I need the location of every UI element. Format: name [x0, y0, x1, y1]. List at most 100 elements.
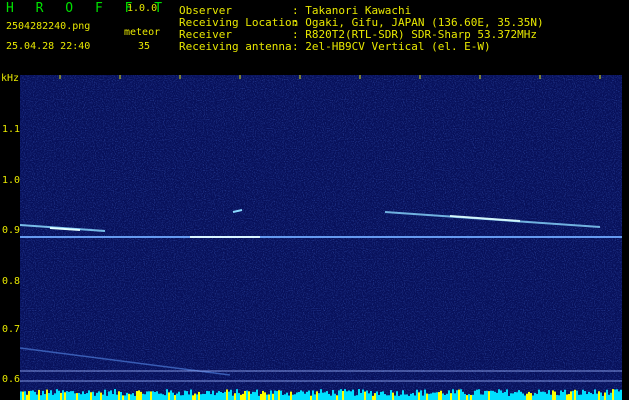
- level-bar: [174, 395, 176, 400]
- level-bar: [70, 391, 72, 400]
- level-bar: [404, 394, 406, 400]
- level-bar: [212, 390, 214, 400]
- level-bar: [144, 394, 146, 400]
- level-bar: [402, 390, 404, 400]
- level-bar: [122, 395, 124, 400]
- level-bar: [88, 390, 90, 400]
- level-bar: [336, 395, 338, 400]
- level-bar: [574, 389, 576, 400]
- header-panel: H R O F F T 1.0.0 2504282240.png 25.04.2…: [0, 0, 629, 75]
- level-bar: [160, 393, 162, 400]
- level-bar: [242, 393, 244, 400]
- level-bar: [604, 392, 606, 400]
- level-bar: [146, 391, 148, 400]
- y-tick-label: 1.0: [2, 175, 21, 186]
- level-bar: [544, 392, 546, 400]
- file-datetime: 25.04.28 22:40: [6, 41, 91, 52]
- y-axis-unit: kHz: [1, 73, 20, 84]
- level-bar: [254, 392, 256, 400]
- level-bar: [318, 393, 320, 400]
- y-tick-label: 0.8: [2, 276, 21, 287]
- level-bar: [106, 395, 108, 400]
- level-bar: [538, 389, 540, 400]
- level-bar: [224, 391, 226, 400]
- level-bar: [508, 395, 510, 400]
- detection-label: meteor: [124, 27, 161, 38]
- level-bar: [132, 393, 134, 400]
- level-bar: [486, 390, 488, 400]
- level-bar: [562, 392, 564, 400]
- level-bar: [190, 389, 192, 400]
- level-bar: [48, 393, 50, 400]
- level-bar: [618, 391, 620, 400]
- level-bar: [408, 395, 410, 400]
- level-bar: [218, 391, 220, 400]
- level-bar: [166, 389, 168, 400]
- level-bar: [226, 389, 228, 400]
- level-bar: [412, 393, 414, 400]
- level-bar: [534, 392, 536, 400]
- level-bar: [220, 391, 222, 400]
- level-bar: [266, 394, 268, 400]
- level-bar: [206, 390, 208, 400]
- level-bar: [46, 389, 48, 400]
- level-bar: [50, 390, 52, 400]
- level-bar: [80, 394, 82, 400]
- level-bar: [176, 393, 178, 400]
- level-bar: [42, 390, 44, 400]
- level-bar: [444, 394, 446, 400]
- antenna-key: Receiving antenna: [179, 40, 292, 53]
- level-bar: [522, 393, 524, 400]
- level-bar: [384, 394, 386, 400]
- level-bar: [526, 393, 528, 400]
- level-bar: [24, 391, 26, 400]
- level-bar: [264, 392, 266, 400]
- level-bar: [74, 393, 76, 400]
- level-bar: [40, 395, 42, 400]
- y-tick-label: 0.9: [2, 225, 21, 236]
- level-bar: [456, 390, 458, 400]
- level-bar: [110, 390, 112, 400]
- level-bar: [542, 391, 544, 400]
- level-bar: [154, 392, 156, 400]
- level-bar: [78, 392, 80, 400]
- level-bar: [20, 391, 22, 400]
- level-bar: [492, 390, 494, 400]
- level-bar: [108, 391, 110, 400]
- level-bar: [360, 392, 362, 400]
- y-tick-label: 0.6: [2, 374, 21, 385]
- level-bar: [270, 390, 272, 400]
- level-bar: [490, 390, 492, 400]
- level-bar: [238, 393, 240, 400]
- level-bar: [376, 391, 378, 400]
- level-bar: [86, 393, 88, 400]
- level-bar: [516, 392, 518, 400]
- level-bar: [44, 394, 46, 400]
- level-bar: [120, 391, 122, 400]
- level-bar: [570, 391, 572, 400]
- level-bar: [130, 394, 132, 400]
- level-bar: [66, 391, 68, 400]
- level-bar: [64, 392, 66, 400]
- level-bar: [346, 391, 348, 400]
- spectrogram: [20, 75, 622, 400]
- level-bar: [558, 395, 560, 400]
- level-bar: [36, 394, 38, 400]
- level-bar: [452, 389, 454, 400]
- level-bar: [378, 394, 380, 400]
- level-bar: [94, 395, 96, 400]
- level-bar: [306, 391, 308, 400]
- level-bar: [62, 390, 64, 400]
- level-bar: [332, 390, 334, 400]
- level-bar: [26, 394, 28, 400]
- level-bar: [184, 390, 186, 400]
- level-bar: [400, 394, 402, 400]
- level-bar: [478, 389, 480, 400]
- level-bar: [474, 390, 476, 400]
- level-bar: [280, 390, 282, 400]
- level-bar: [560, 390, 562, 400]
- level-bar: [320, 389, 322, 400]
- level-bar: [506, 389, 508, 400]
- level-bar: [52, 394, 54, 400]
- level-bar: [424, 389, 426, 400]
